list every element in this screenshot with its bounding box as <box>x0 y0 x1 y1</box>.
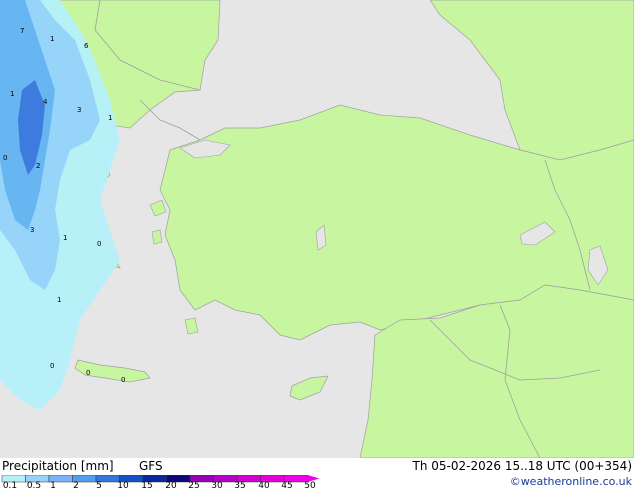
precipitation-map: 7 1 6 1 4 3 1 0 2 3 1 0 1 0 0 0 <box>0 0 634 458</box>
forecast-datetime: Th 05-02-2026 15..18 UTC (00+354) <box>412 459 632 473</box>
precip-label: 0 <box>3 154 7 162</box>
precip-label: 1 <box>108 114 112 122</box>
model-name: GFS <box>139 459 163 473</box>
precip-label: 0 <box>121 376 125 384</box>
precip-label: 7 <box>20 27 24 35</box>
precip-label: 6 <box>84 42 89 50</box>
legend-title: Precipitation [mm] <box>2 459 114 473</box>
precip-label: 0 <box>86 369 90 377</box>
precip-label: 1 <box>50 35 54 43</box>
precip-label: 2 <box>36 162 40 170</box>
precip-label: 1 <box>63 234 67 242</box>
credit-link[interactable]: ©weatheronline.co.uk <box>510 476 632 488</box>
precip-label: 4 <box>43 98 48 106</box>
precip-label: 3 <box>30 226 34 234</box>
precip-label: 0 <box>50 362 54 370</box>
precip-label: 1 <box>10 90 14 98</box>
precip-label: 1 <box>57 296 61 304</box>
precip-label: 0 <box>97 240 101 248</box>
precip-label: 3 <box>77 106 81 114</box>
land-chios <box>151 229 163 245</box>
